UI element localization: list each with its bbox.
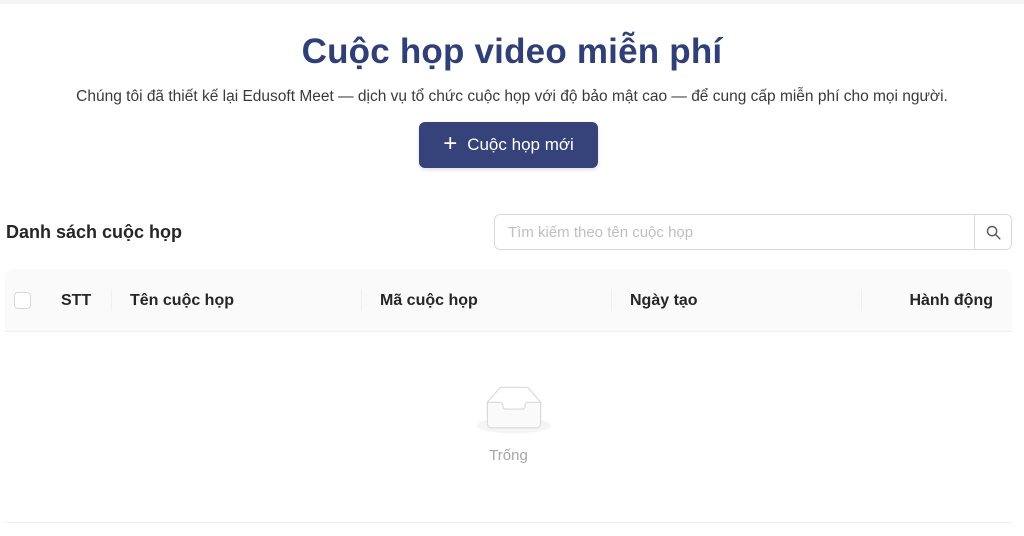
column-divider (111, 289, 112, 311)
column-header-actions: Hành động (909, 291, 993, 309)
column-divider (611, 289, 612, 311)
table-header: STT Tên cuộc họp Mã cuộc họp Ngày tạo Hà… (5, 269, 1012, 332)
meeting-list-title: Danh sách cuộc họp (6, 222, 183, 242)
column-divider (861, 289, 862, 311)
select-all-checkbox[interactable] (14, 292, 31, 309)
page-subtitle: Chúng tôi đã thiết kế lại Edusoft Meet —… (76, 88, 948, 105)
empty-inbox-icon (477, 386, 551, 434)
plus-icon: + (443, 130, 458, 157)
column-header-name: Tên cuộc họp (130, 291, 234, 309)
column-divider (361, 289, 362, 311)
select-all-cell (14, 269, 31, 332)
column-header-stt: STT (61, 291, 92, 309)
search-box (494, 214, 1012, 250)
top-divider (0, 0, 1024, 4)
search-icon (986, 225, 1001, 240)
new-meeting-label: Cuộc họp mới (467, 135, 574, 154)
empty-text: Trống (489, 447, 528, 464)
empty-state: Trống (5, 332, 1012, 523)
hero-section: Cuộc họp video miễn phí Chúng tôi đã thi… (0, 30, 1024, 108)
column-header-code: Mã cuộc họp (380, 291, 478, 309)
search-input[interactable] (495, 215, 974, 249)
meeting-table: STT Tên cuộc họp Mã cuộc họp Ngày tạo Hà… (5, 269, 1012, 523)
column-header-created: Ngày tạo (630, 291, 698, 309)
page-title: Cuộc họp video miễn phí (301, 32, 723, 71)
new-meeting-button[interactable]: + Cuộc họp mới (419, 122, 598, 168)
search-button[interactable] (974, 215, 1011, 249)
